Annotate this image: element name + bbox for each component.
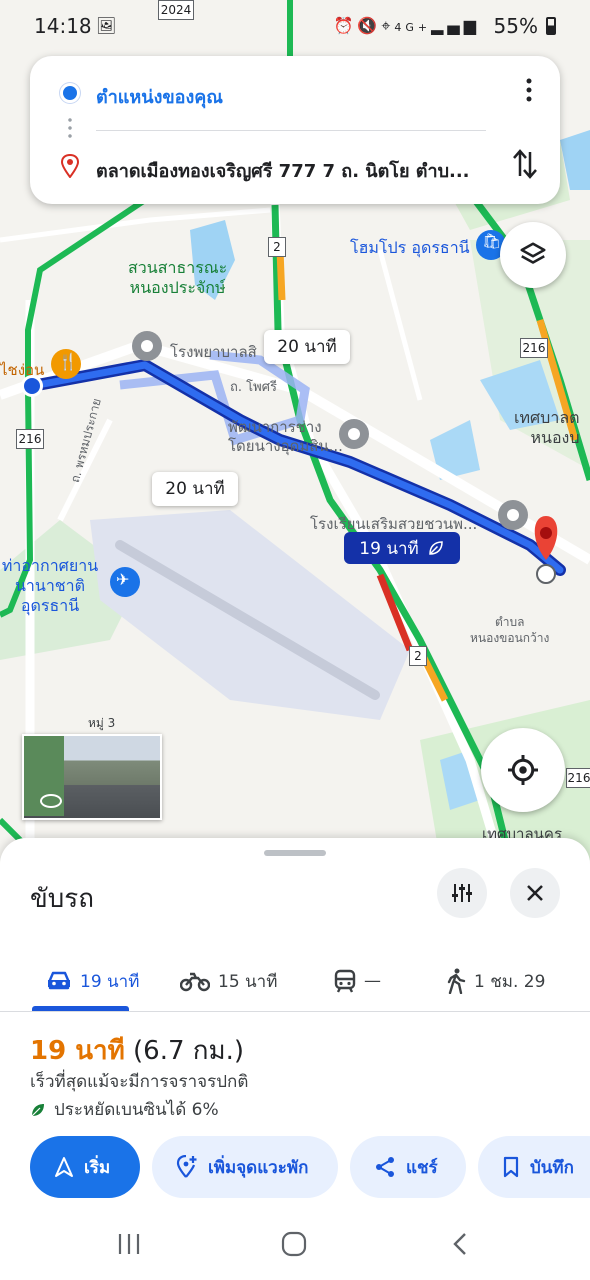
network-label: 4G+	[394, 21, 432, 34]
route-label-alt-top[interactable]: 20 นาที	[264, 330, 350, 364]
route-dots-icon	[68, 116, 72, 140]
layers-button[interactable]	[500, 222, 566, 288]
route-label-main[interactable]: 19 นาที	[344, 532, 460, 564]
airplane-icon: ✈	[116, 570, 130, 589]
tab-drive-label: 19 นาที	[80, 971, 140, 992]
status-bar: 14:18 🖼 ⏰🔇⌖4G+▂▄▆ 55%	[0, 0, 590, 56]
crosshair-icon	[508, 755, 538, 785]
directions-card: ตำแหน่งของคุณ ตลาดเมืองทองเจริญศรี 777 7…	[30, 56, 560, 204]
route-shield-216-left: 216	[16, 429, 44, 449]
route-shield-2-top: 2	[268, 237, 286, 257]
swap-button[interactable]	[512, 148, 538, 184]
motorbike-icon	[180, 972, 210, 992]
recent-apps-icon[interactable]	[116, 1232, 142, 1256]
route-shield-216-right: 216	[520, 338, 548, 358]
eco-leaf-icon	[31, 1103, 44, 1116]
tab-transit-label: —	[364, 971, 381, 991]
swap-vert-icon	[513, 149, 537, 179]
map-label-subdistrict: ตำบล หนองขอนกว้าง	[470, 615, 550, 645]
status-icons: ⏰🔇⌖4G+▂▄▆	[333, 16, 480, 36]
route-summary: 19 นาที (6.7 กม.)	[30, 1030, 244, 1071]
start-button[interactable]: เริ่ม	[30, 1136, 140, 1198]
share-button[interactable]: แชร์	[350, 1136, 466, 1198]
home-icon[interactable]	[281, 1231, 307, 1257]
map-label-village: หมู่ 3	[88, 716, 116, 730]
signal-icon: ▂▄▆	[431, 16, 480, 35]
navigation-arrow-icon	[55, 1157, 73, 1177]
walk-icon	[447, 968, 466, 994]
status-time: 14:18	[34, 14, 92, 38]
tab-motorbike-label: 15 นาที	[218, 971, 278, 992]
map-label-road-phosri: ถ. โพศรี	[230, 380, 277, 395]
route-shield-216-bottom: 216	[566, 768, 590, 788]
location-icon: ⌖	[381, 16, 395, 35]
more-vert-icon	[526, 78, 532, 102]
gallery-icon: 🖼	[96, 16, 117, 35]
mute-icon: 🔇	[357, 16, 382, 35]
origin-dot-icon	[63, 86, 77, 100]
save-button-label: บันทึก	[530, 1157, 574, 1178]
map-label-restaurant[interactable]: ไชง่อน	[0, 358, 44, 382]
share-button-label: แชร์	[406, 1157, 438, 1178]
route-label-alt-left[interactable]: 20 นาที	[152, 472, 238, 506]
share-icon	[376, 1157, 394, 1177]
more-options-button[interactable]	[526, 78, 532, 107]
route-label-main-text: 19 นาที	[359, 538, 419, 559]
close-icon	[527, 885, 543, 901]
layers-icon	[520, 242, 546, 264]
route-shield-2-mid: 2	[409, 646, 427, 666]
shopping-bag-icon: 🛍	[482, 232, 502, 250]
fork-knife-icon: 🍴	[58, 352, 78, 371]
eco-savings-text: ประหยัดเบนซินได้ 6%	[54, 1100, 219, 1120]
street-view-icon	[40, 794, 62, 808]
battery-level: 55%	[493, 14, 538, 38]
my-location-button[interactable]	[481, 728, 565, 812]
map-label-municipality-right: เทศบาลต หนองบ	[514, 408, 580, 447]
save-button[interactable]: บันทึก	[478, 1136, 590, 1198]
route-duration: 19 นาที	[30, 1036, 125, 1066]
transit-icon	[334, 969, 356, 993]
travel-mode-tabs: 19 นาที 15 นาที — 1 ชม. 29	[0, 950, 590, 1012]
add-stop-button[interactable]: เพิ่มจุดแวะพัก	[152, 1136, 338, 1198]
leaf-icon	[428, 541, 443, 555]
eco-savings: ประหยัดเบนซินได้ 6%	[30, 1096, 219, 1123]
tab-drive[interactable]: 19 นาที	[46, 950, 139, 1012]
bookmark-icon	[503, 1156, 519, 1178]
back-icon[interactable]	[452, 1232, 468, 1256]
tab-walk-label: 1 ชม. 29	[474, 971, 546, 992]
sheet-drag-handle[interactable]	[264, 850, 326, 856]
alarm-icon: ⏰	[333, 16, 358, 35]
system-nav-bar	[0, 1210, 590, 1280]
add-stop-button-label: เพิ่มจุดแวะพัก	[208, 1157, 309, 1178]
route-options-button[interactable]	[437, 868, 487, 918]
map-label-company[interactable]: พัฒนาการช่าง โดยนางอุดมสิน...	[228, 418, 343, 456]
street-view-thumbnail[interactable]	[22, 734, 162, 820]
route-description: เร็วที่สุดแม้จะมีการจราจรปกติ	[30, 1072, 249, 1092]
route-distance: (6.7 กม.)	[133, 1036, 245, 1066]
close-button[interactable]	[510, 868, 560, 918]
battery-icon	[546, 17, 556, 35]
start-button-label: เริ่ม	[84, 1157, 111, 1178]
tab-walk[interactable]: 1 ชม. 29	[446, 950, 545, 1012]
map-label-airport[interactable]: ท่าอากาศยาน นานาชาติ อุดรธานี	[0, 556, 100, 616]
map-label-homepro[interactable]: โฮมโปร อุดรธานี	[350, 236, 470, 261]
origin-field[interactable]: ตำแหน่งของคุณ	[96, 82, 223, 111]
destination-field[interactable]: ตลาดเมืองทองเจริญศรี 777 7 ถ. นิตโย ตำบ.…	[96, 156, 496, 185]
tab-transit[interactable]: —	[334, 950, 381, 1012]
map-label-park[interactable]: สวนสาธารณะ หนองประจักษ์	[128, 258, 227, 298]
sheet-title: ขับรถ	[30, 884, 94, 914]
map-label-hospital[interactable]: โรงพยาบาลสิ	[170, 340, 257, 364]
tab-motorbike[interactable]: 15 นาที	[180, 950, 277, 1012]
car-icon	[48, 971, 70, 990]
destination-pin-icon	[60, 154, 80, 178]
tune-icon	[452, 884, 472, 902]
add-location-icon	[176, 1155, 197, 1178]
